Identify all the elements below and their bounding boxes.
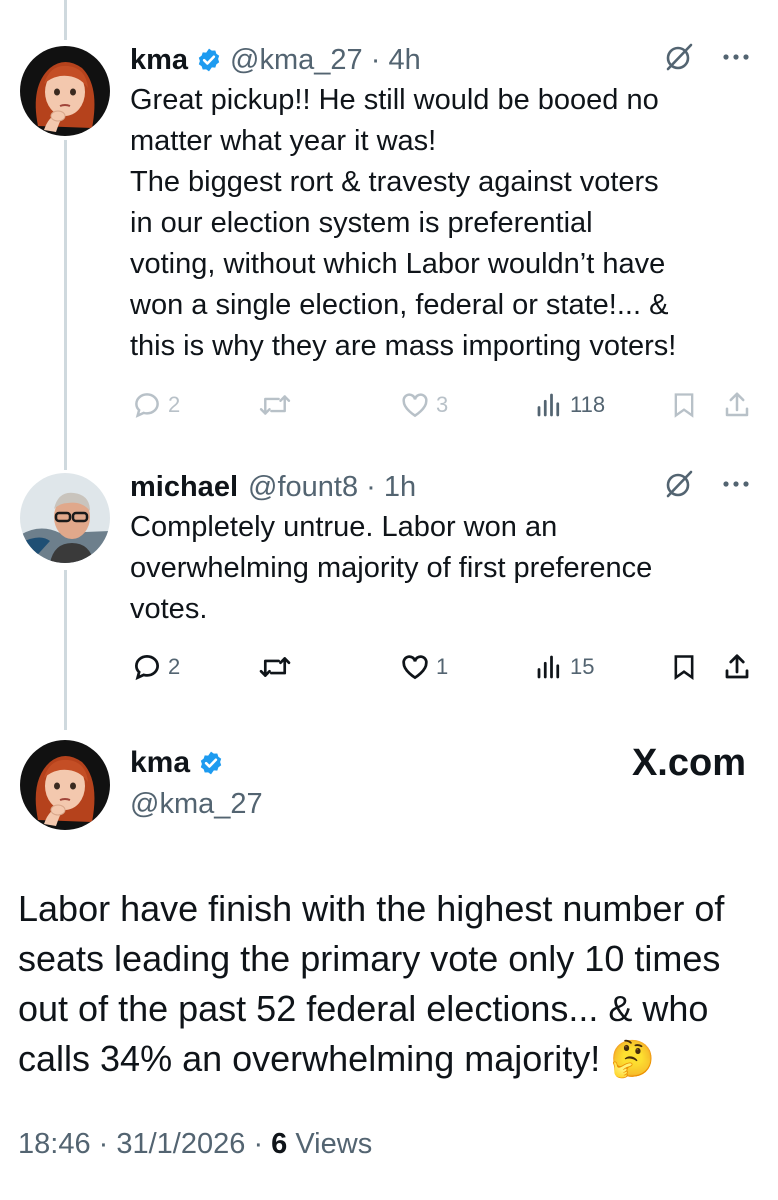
share-button[interactable] bbox=[722, 390, 752, 420]
more-icon[interactable] bbox=[722, 480, 750, 488]
thread-line-2 bbox=[64, 570, 67, 730]
views-button[interactable]: 15 bbox=[534, 652, 594, 682]
tweet-actions: 2 3 118 bbox=[130, 385, 750, 425]
tweet-header: kma @kma_27 · 4h bbox=[130, 40, 750, 80]
thread-line-top bbox=[64, 0, 67, 40]
text-line: Great pickup!! He still would be booed n… bbox=[130, 84, 659, 116]
separator-dot: · bbox=[362, 43, 389, 76]
repost-icon bbox=[259, 657, 291, 677]
main-tweet-text: Labor have finish with the highest numbe… bbox=[18, 884, 748, 1084]
author-name[interactable]: kma bbox=[130, 44, 188, 77]
like-button[interactable]: 3 bbox=[400, 390, 448, 420]
avatar[interactable] bbox=[20, 740, 110, 830]
grok-icon[interactable] bbox=[664, 42, 694, 72]
text-line: votes. bbox=[130, 593, 208, 625]
reply-count: 2 bbox=[168, 392, 181, 417]
tweet-actions: 2 1 15 bbox=[130, 647, 750, 687]
text-line: calls 34% an overwhelming majority! 🤔 bbox=[18, 1038, 656, 1079]
reply-button[interactable]: 2 bbox=[132, 652, 180, 682]
reply-icon bbox=[134, 654, 160, 681]
author-handle[interactable]: @fount8 bbox=[248, 471, 358, 504]
views-count: 6 bbox=[271, 1128, 288, 1160]
separator-dot: · bbox=[253, 1128, 272, 1160]
views-icon bbox=[537, 393, 560, 417]
views-button[interactable]: 118 bbox=[534, 390, 605, 420]
like-count: 3 bbox=[436, 392, 449, 417]
repost-button[interactable] bbox=[258, 652, 292, 682]
main-tweet-header: kma @kma_27 bbox=[130, 742, 263, 821]
share-button[interactable] bbox=[722, 652, 752, 682]
text-line: voting, without which Labor wouldn’t hav… bbox=[130, 248, 666, 280]
like-button[interactable]: 1 bbox=[400, 652, 448, 682]
text-line: The biggest rort & travesty against vote… bbox=[130, 166, 659, 198]
tweet-2[interactable]: michael @fount8 · 1h Completely untrue. … bbox=[130, 467, 750, 681]
views-count: 15 bbox=[570, 654, 595, 679]
verified-badge-icon bbox=[200, 751, 222, 775]
author-handle[interactable]: @kma_27 bbox=[130, 788, 263, 821]
text-line: won a single election, federal or state!… bbox=[130, 289, 669, 321]
reply-count: 2 bbox=[168, 654, 181, 679]
grok-icon[interactable] bbox=[664, 469, 694, 499]
thread-line-1 bbox=[64, 140, 67, 470]
bookmark-icon bbox=[674, 655, 694, 680]
brand-logo: X.com bbox=[631, 742, 746, 784]
separator-dot: · bbox=[358, 470, 384, 503]
tweet-timestamp: 18:46 · 31/1/2026 · 6 Views bbox=[18, 1128, 372, 1161]
text-line: overwhelming majority of first preferenc… bbox=[130, 552, 653, 584]
views-label: Views bbox=[295, 1128, 373, 1160]
tweet-1[interactable]: kma @kma_27 · 4h Great pickup!! He still… bbox=[130, 40, 750, 418]
tweet-text: Completely untrue. Labor won an overwhel… bbox=[130, 507, 750, 630]
reply-icon bbox=[135, 393, 159, 418]
like-icon bbox=[402, 655, 428, 680]
views-icon bbox=[537, 655, 560, 679]
tweet-time[interactable]: 18:46 bbox=[18, 1128, 91, 1160]
tweet-date[interactable]: 31/1/2026 bbox=[116, 1128, 245, 1160]
text-line: this is why they are mass importing vote… bbox=[130, 330, 677, 362]
text-line: Completely untrue. Labor won an bbox=[130, 511, 558, 543]
repost-button[interactable] bbox=[258, 390, 292, 420]
author-name[interactable]: kma bbox=[130, 746, 190, 780]
like-count: 1 bbox=[436, 654, 449, 679]
text-line: seats leading the primary vote only 10 t… bbox=[18, 938, 721, 979]
bookmark-icon bbox=[674, 393, 694, 418]
tweet-time[interactable]: 4h bbox=[388, 44, 420, 77]
tweet-header: michael @fount8 · 1h bbox=[130, 467, 750, 507]
more-icon[interactable] bbox=[722, 53, 750, 61]
tweet-time[interactable]: 1h bbox=[384, 471, 416, 504]
reply-button[interactable]: 2 bbox=[132, 390, 180, 420]
text-line: in our election system is preferential bbox=[130, 207, 593, 239]
verified-badge-icon bbox=[198, 48, 220, 72]
avatar[interactable] bbox=[20, 473, 110, 563]
text-line: Labor have finish with the highest numbe… bbox=[18, 888, 725, 929]
bookmark-button[interactable] bbox=[670, 390, 698, 420]
repost-icon bbox=[259, 395, 291, 415]
bookmark-button[interactable] bbox=[670, 652, 698, 682]
author-handle[interactable]: @kma_27 bbox=[230, 44, 363, 77]
share-icon bbox=[725, 392, 749, 417]
views-count: 118 bbox=[570, 392, 606, 417]
text-line: matter what year it was! bbox=[130, 125, 437, 157]
tweet-text: Great pickup!! He still would be booed n… bbox=[130, 80, 750, 367]
like-icon bbox=[402, 393, 428, 418]
separator-dot: · bbox=[98, 1128, 117, 1160]
share-icon bbox=[725, 654, 749, 679]
author-name[interactable]: michael bbox=[130, 471, 238, 504]
avatar[interactable] bbox=[20, 46, 110, 136]
text-line: out of the past 52 federal elections... … bbox=[18, 988, 709, 1029]
